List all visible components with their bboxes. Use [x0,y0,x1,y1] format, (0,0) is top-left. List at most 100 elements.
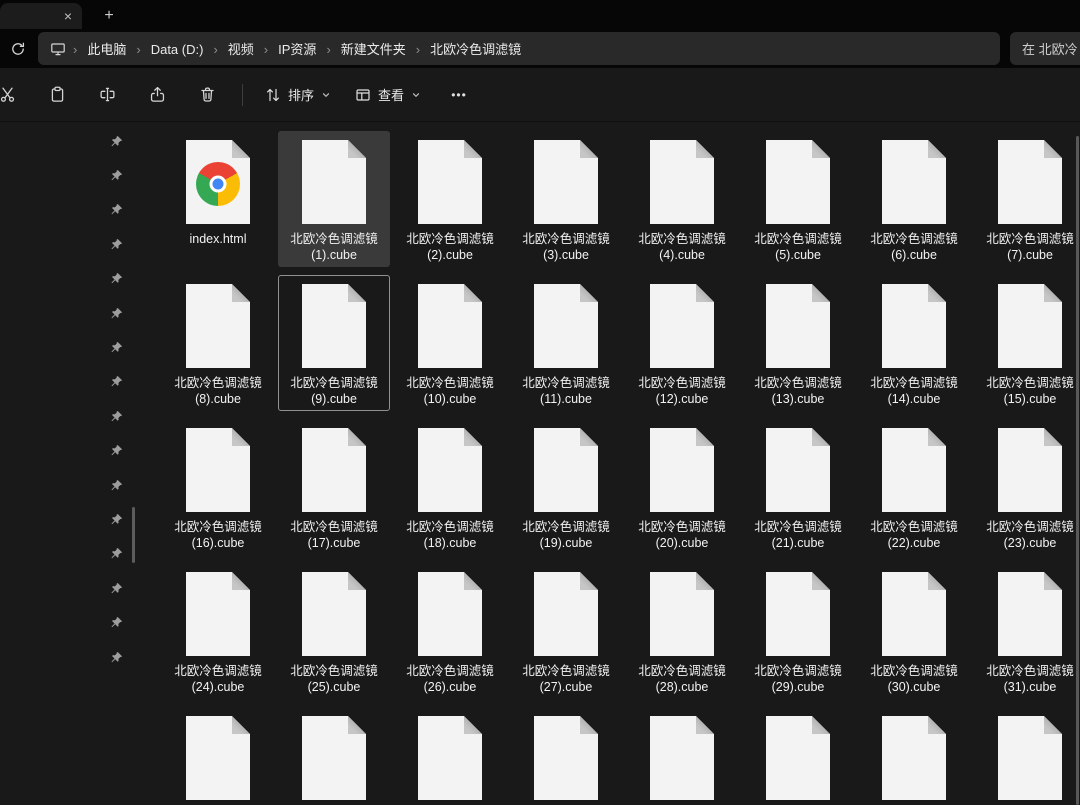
file-item[interactable]: index.html [162,131,274,267]
file-item[interactable]: 北欧冷色调滤镜(19).cube [510,419,622,555]
page-fold-corner [232,284,250,302]
file-item[interactable] [162,707,274,805]
file-item[interactable]: 北欧冷色调滤镜(11).cube [510,275,622,411]
view-icon [355,87,371,103]
breadcrumb-item[interactable]: 新建文件夹 [334,37,413,62]
address-bar[interactable]: ›此电脑›Data (D:)›视频›IP资源›新建文件夹›北欧冷色调滤镜 [38,32,1000,65]
breadcrumb-item[interactable]: 视频 [221,37,261,62]
breadcrumb-item[interactable]: IP资源 [271,37,323,62]
sort-button[interactable]: 排序 [255,77,341,113]
paste-button[interactable] [38,77,76,113]
sidebar-pinned-item[interactable] [0,434,146,468]
file-item[interactable]: 北欧冷色调滤镜(29).cube [742,563,854,699]
view-label: 查看 [378,85,404,104]
file-item[interactable]: 北欧冷色调滤镜(31).cube [974,563,1080,699]
file-item[interactable] [510,707,622,805]
file-name: 北欧冷色调滤镜(20).cube [638,519,726,551]
file-item[interactable]: 北欧冷色调滤镜(6).cube [858,131,970,267]
sidebar-pinned-item[interactable] [0,158,146,192]
rename-button[interactable] [88,77,126,113]
file-item[interactable]: 北欧冷色调滤镜(2).cube [394,131,506,267]
file-item[interactable]: 北欧冷色调滤镜(10).cube [394,275,506,411]
file-item[interactable] [858,707,970,805]
tab-close-icon[interactable]: × [64,9,72,23]
page-fold-corner [464,428,482,446]
file-item[interactable]: 北欧冷色调滤镜(21).cube [742,419,854,555]
chevron-down-icon [321,90,331,100]
sidebar-pinned-item[interactable] [0,640,146,674]
file-item[interactable]: 北欧冷色调滤镜(8).cube [162,275,274,411]
new-tab-button[interactable]: + [96,4,122,28]
pin-icon [110,444,123,457]
file-item[interactable]: 北欧冷色调滤镜(22).cube [858,419,970,555]
sidebar-pinned-item[interactable] [0,605,146,639]
sidebar-pinned-item[interactable] [0,227,146,261]
cube-file-icon [302,280,366,372]
page-fold-corner [928,716,946,734]
toolbar-divider [242,84,243,106]
file-item[interactable]: 北欧冷色调滤镜(18).cube [394,419,506,555]
file-item[interactable]: 北欧冷色调滤镜(20).cube [626,419,738,555]
file-item[interactable]: 北欧冷色调滤镜(27).cube [510,563,622,699]
file-item[interactable] [394,707,506,805]
breadcrumb-item[interactable]: Data (D:) [144,37,211,62]
sidebar-pinned-item[interactable] [0,571,146,605]
sidebar-pinned-item[interactable] [0,330,146,364]
file-item[interactable] [626,707,738,805]
file-item[interactable]: 北欧冷色调滤镜(26).cube [394,563,506,699]
view-button[interactable]: 查看 [345,77,431,113]
sidebar-pinned-item[interactable] [0,537,146,571]
file-item[interactable]: 北欧冷色调滤镜(12).cube [626,275,738,411]
file-item[interactable]: 北欧冷色调滤镜(7).cube [974,131,1080,267]
sidebar-pinned-item[interactable] [0,124,146,158]
page-fold-corner [1044,140,1062,158]
file-item[interactable]: 北欧冷色调滤镜(23).cube [974,419,1080,555]
file-item[interactable]: 北欧冷色调滤镜(4).cube [626,131,738,267]
file-name: 北欧冷色调滤镜(26).cube [406,663,494,695]
file-item[interactable]: 北欧冷色调滤镜(30).cube [858,563,970,699]
file-item[interactable]: 北欧冷色调滤镜(1).cube [278,131,390,267]
file-name: 北欧冷色调滤镜(15).cube [986,375,1074,407]
page-fold-corner [696,284,714,302]
file-item[interactable]: 北欧冷色调滤镜(15).cube [974,275,1080,411]
sidebar-pinned-item[interactable] [0,502,146,536]
file-item[interactable]: 北欧冷色调滤镜(5).cube [742,131,854,267]
search-input[interactable]: 在 北欧冷 [1010,32,1080,65]
sidebar-pinned-item[interactable] [0,468,146,502]
file-name: 北欧冷色调滤镜(19).cube [522,519,610,551]
file-item[interactable]: 北欧冷色调滤镜(24).cube [162,563,274,699]
file-name: 北欧冷色调滤镜(29).cube [754,663,842,695]
explorer-tab[interactable]: × [0,3,82,29]
file-item[interactable]: 北欧冷色调滤镜(9).cube [278,275,390,411]
file-item[interactable] [974,707,1080,805]
file-item[interactable]: 北欧冷色调滤镜(17).cube [278,419,390,555]
vertical-scrollbar[interactable] [1076,136,1079,805]
breadcrumb-item[interactable]: 此电脑 [80,37,133,62]
file-item[interactable]: 北欧冷色调滤镜(25).cube [278,563,390,699]
cube-file-icon [534,280,598,372]
more-options-button[interactable]: ••• [441,77,477,113]
pin-icon [110,272,123,285]
sidebar-scrollbar[interactable] [132,507,135,563]
sidebar-pinned-item[interactable] [0,399,146,433]
delete-button[interactable] [188,77,226,113]
sidebar-pinned-item[interactable] [0,262,146,296]
file-item[interactable]: 北欧冷色调滤镜(28).cube [626,563,738,699]
refresh-button[interactable] [2,34,34,64]
file-item[interactable] [742,707,854,805]
sidebar-pinned-item[interactable] [0,193,146,227]
sidebar-pinned-item[interactable] [0,296,146,330]
file-item[interactable]: 北欧冷色调滤镜(16).cube [162,419,274,555]
share-button[interactable] [138,77,176,113]
cube-file-icon [882,424,946,516]
page-fold-corner [696,140,714,158]
cut-button[interactable] [0,77,26,113]
breadcrumb-item[interactable]: 北欧冷色调滤镜 [423,37,528,62]
file-item[interactable]: 北欧冷色调滤镜(14).cube [858,275,970,411]
file-name: 北欧冷色调滤镜(2).cube [406,231,494,263]
file-item[interactable]: 北欧冷色调滤镜(3).cube [510,131,622,267]
file-item[interactable]: 北欧冷色调滤镜(13).cube [742,275,854,411]
file-item[interactable] [278,707,390,805]
rename-icon [99,86,116,103]
sidebar-pinned-item[interactable] [0,365,146,399]
